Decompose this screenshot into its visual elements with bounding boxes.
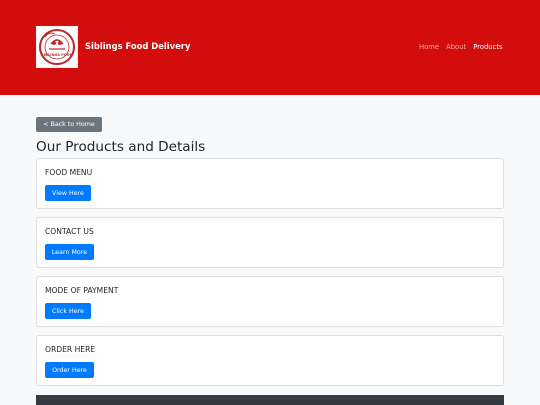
order-here-button[interactable]: Order Here xyxy=(45,362,94,378)
view-here-button[interactable]: View Here xyxy=(45,185,91,201)
main-nav: Home About Products xyxy=(419,43,503,51)
card-title: FOOD MENU xyxy=(45,168,93,177)
card-food-menu: FOOD MENU View Here xyxy=(36,158,504,209)
back-to-home-button[interactable]: < Back to Home xyxy=(36,117,102,132)
card-title: ORDER HERE xyxy=(45,345,96,354)
logo-text: SIBLINGS FOOD xyxy=(41,53,73,57)
nav-link-about[interactable]: About xyxy=(446,43,466,51)
nav-link-products[interactable]: Products xyxy=(473,43,502,51)
card-title: CONTACT US xyxy=(45,227,94,236)
click-here-button[interactable]: Click Here xyxy=(45,303,91,319)
card-order-here: ORDER HERE Order Here xyxy=(36,335,504,386)
logo-emblem-icon: SIBLINGS FOOD xyxy=(39,29,75,65)
learn-more-button[interactable]: Learn More xyxy=(45,244,94,260)
site-header: SIBLINGS FOOD Siblings Food Delivery Hom… xyxy=(0,0,540,95)
brand-name[interactable]: Siblings Food Delivery xyxy=(85,41,190,51)
page-title: Our Products and Details xyxy=(36,139,206,155)
nav-link-home[interactable]: Home xyxy=(419,43,439,51)
brand-logo[interactable]: SIBLINGS FOOD xyxy=(36,26,78,68)
card-title: MODE OF PAYMENT xyxy=(45,286,119,295)
site-footer xyxy=(36,395,504,405)
card-mode-of-payment: MODE OF PAYMENT Click Here xyxy=(36,276,504,327)
card-contact-us: CONTACT US Learn More xyxy=(36,217,504,268)
